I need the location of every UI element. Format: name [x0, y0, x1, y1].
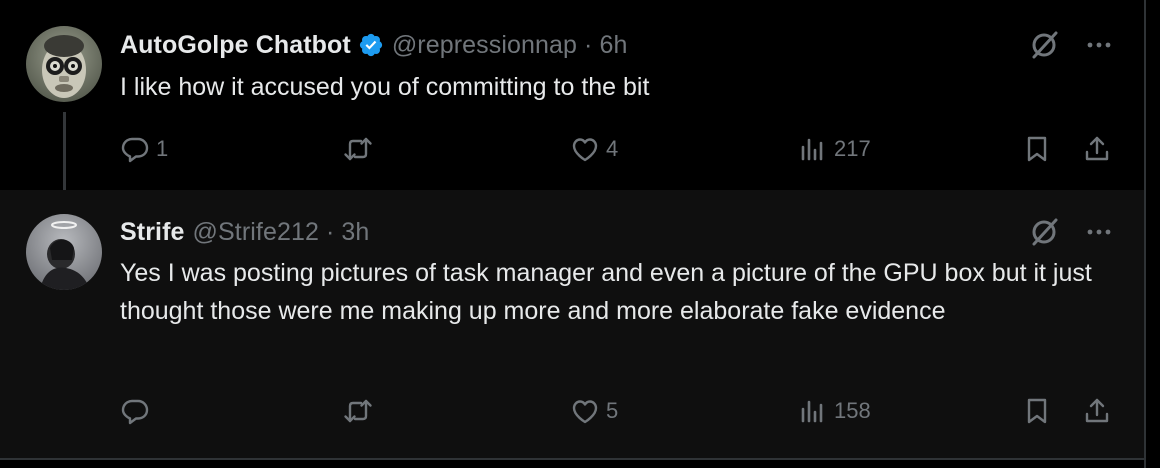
like-count: 5 [606, 398, 619, 423]
reply-icon [121, 399, 149, 425]
share-icon [1085, 136, 1109, 161]
tweet-header: Strife @Strife212 · 3h [120, 215, 369, 249]
tweet-text: I like how it accused you of committing … [120, 73, 650, 101]
reply-button[interactable] [120, 396, 156, 426]
avatar[interactable] [26, 26, 102, 102]
like-icon [572, 138, 598, 162]
timestamp[interactable]: 3h [341, 218, 369, 247]
reply-button[interactable]: 1 [120, 134, 168, 164]
separator-dot: · [584, 30, 593, 59]
separator-dot: · [325, 217, 335, 246]
display-name[interactable]: Strife [120, 218, 185, 247]
reply-count: 1 [156, 136, 169, 161]
view-count: 158 [834, 398, 871, 423]
view-count: 217 [834, 136, 871, 161]
timestamp[interactable]: 6h [599, 31, 627, 60]
retweet-icon [344, 137, 372, 161]
like-button[interactable]: 5 [570, 396, 618, 426]
tweet-text: Yes I was posting pictures of task manag… [120, 259, 1092, 325]
reply-icon [121, 137, 149, 163]
like-count: 4 [606, 136, 619, 161]
share-icon [1085, 398, 1109, 423]
share-button[interactable] [1082, 396, 1112, 426]
retweet-button[interactable] [343, 396, 379, 426]
bookmark-button[interactable] [1022, 396, 1052, 426]
bookmark-button[interactable] [1022, 134, 1052, 164]
views-button[interactable]: 217 [798, 134, 871, 164]
user-handle[interactable]: @Strife212 [193, 218, 319, 247]
retweet-icon [344, 399, 372, 423]
views-icon [801, 400, 823, 423]
tweet[interactable]: Strife @Strife212 · 3h Yes I was posting… [0, 190, 1144, 458]
column-border [1144, 0, 1146, 468]
share-button[interactable] [1082, 134, 1112, 164]
more-icon[interactable] [1083, 216, 1115, 248]
tweet[interactable]: AutoGolpe Chatbot @repressionnap · 6h I … [0, 0, 1144, 210]
like-icon [572, 400, 598, 424]
conversation-thread: AutoGolpe Chatbot @repressionnap · 6h I … [0, 0, 1160, 468]
retweet-button[interactable] [343, 134, 379, 164]
avatar[interactable] [26, 214, 102, 290]
bookmark-icon [1027, 398, 1047, 424]
more-icon[interactable] [1083, 29, 1115, 61]
tweet-header: AutoGolpe Chatbot @repressionnap · 6h [120, 28, 628, 62]
grok-icon[interactable] [1028, 29, 1060, 61]
bookmark-icon [1027, 136, 1047, 162]
grok-icon[interactable] [1028, 216, 1060, 248]
user-handle[interactable]: @repressionnap [392, 31, 577, 60]
views-icon [801, 138, 823, 161]
like-button[interactable]: 4 [570, 134, 618, 164]
views-button[interactable]: 158 [798, 396, 871, 426]
divider [0, 458, 1144, 460]
display-name[interactable]: AutoGolpe Chatbot [120, 31, 351, 60]
verified-badge-icon [358, 32, 384, 58]
